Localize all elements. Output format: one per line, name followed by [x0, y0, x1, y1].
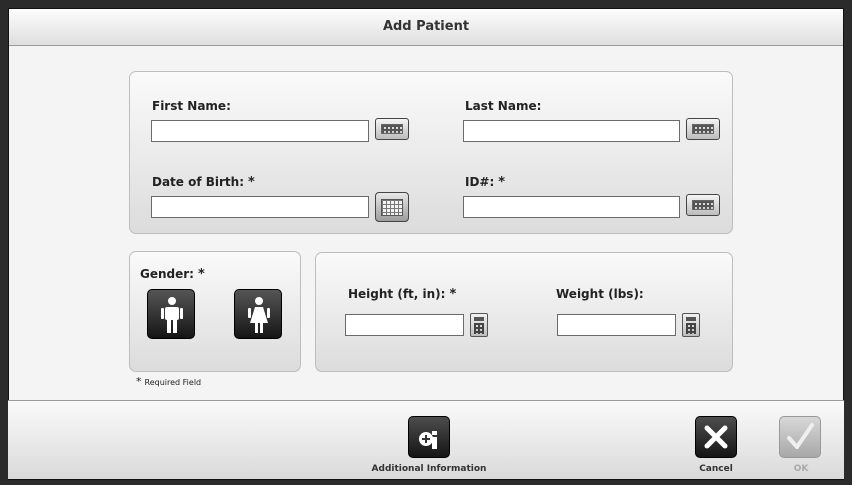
weight-input[interactable]: [557, 314, 676, 336]
first-name-label: First Name:: [152, 99, 231, 113]
female-button[interactable]: [234, 289, 282, 339]
male-icon: [161, 297, 183, 333]
first-name-input[interactable]: [151, 120, 369, 142]
required-mark: *: [248, 175, 255, 190]
ok-label: OK: [793, 464, 809, 474]
calculator-icon[interactable]: [470, 313, 488, 337]
measurements-panel: Height (ft, in): * Weight (lbs):: [315, 252, 733, 372]
date-of-birth-label: Date of Birth: *: [152, 175, 255, 190]
cancel-label: Cancel: [699, 464, 733, 474]
required-mark: *: [498, 175, 506, 190]
keyboard-icon[interactable]: [375, 118, 409, 140]
calculator-icon[interactable]: [682, 313, 700, 337]
patient-info-panel: First Name: Last Name: Date of Birth: * I…: [129, 71, 733, 234]
height-input[interactable]: [345, 314, 464, 336]
checkmark-icon: [787, 423, 814, 449]
dialog-title: Add Patient: [382, 19, 470, 34]
required-mark: *: [449, 287, 457, 302]
info-icon: [419, 431, 437, 449]
weight-label: Weight (lbs):: [556, 287, 644, 301]
male-button[interactable]: [147, 289, 195, 339]
additional-information-label: Additional Information: [371, 464, 487, 474]
id-label: ID#: *: [465, 175, 506, 190]
calendar-icon[interactable]: [375, 192, 409, 222]
close-icon: [704, 425, 728, 449]
id-input[interactable]: [463, 196, 680, 218]
female-icon: [248, 297, 270, 333]
required-mark: *: [136, 375, 142, 388]
last-name-label: Last Name:: [465, 99, 542, 113]
bottom-toolbar: Additional Information Cancel OK: [8, 400, 844, 479]
required-field-note: * Required Field: [136, 375, 202, 388]
additional-information-button[interactable]: [408, 416, 450, 458]
required-mark: *: [197, 267, 205, 282]
keyboard-icon[interactable]: [686, 194, 720, 216]
gender-label: Gender: *: [140, 267, 205, 282]
height-label: Height (ft, in): *: [348, 287, 457, 302]
keyboard-icon[interactable]: [686, 118, 720, 140]
cancel-button[interactable]: [695, 416, 737, 458]
date-of-birth-input[interactable]: [151, 196, 369, 218]
title-bar: Add Patient: [9, 9, 843, 46]
gender-panel: Gender: *: [129, 251, 301, 372]
ok-button[interactable]: [779, 416, 821, 458]
last-name-input[interactable]: [463, 120, 680, 142]
